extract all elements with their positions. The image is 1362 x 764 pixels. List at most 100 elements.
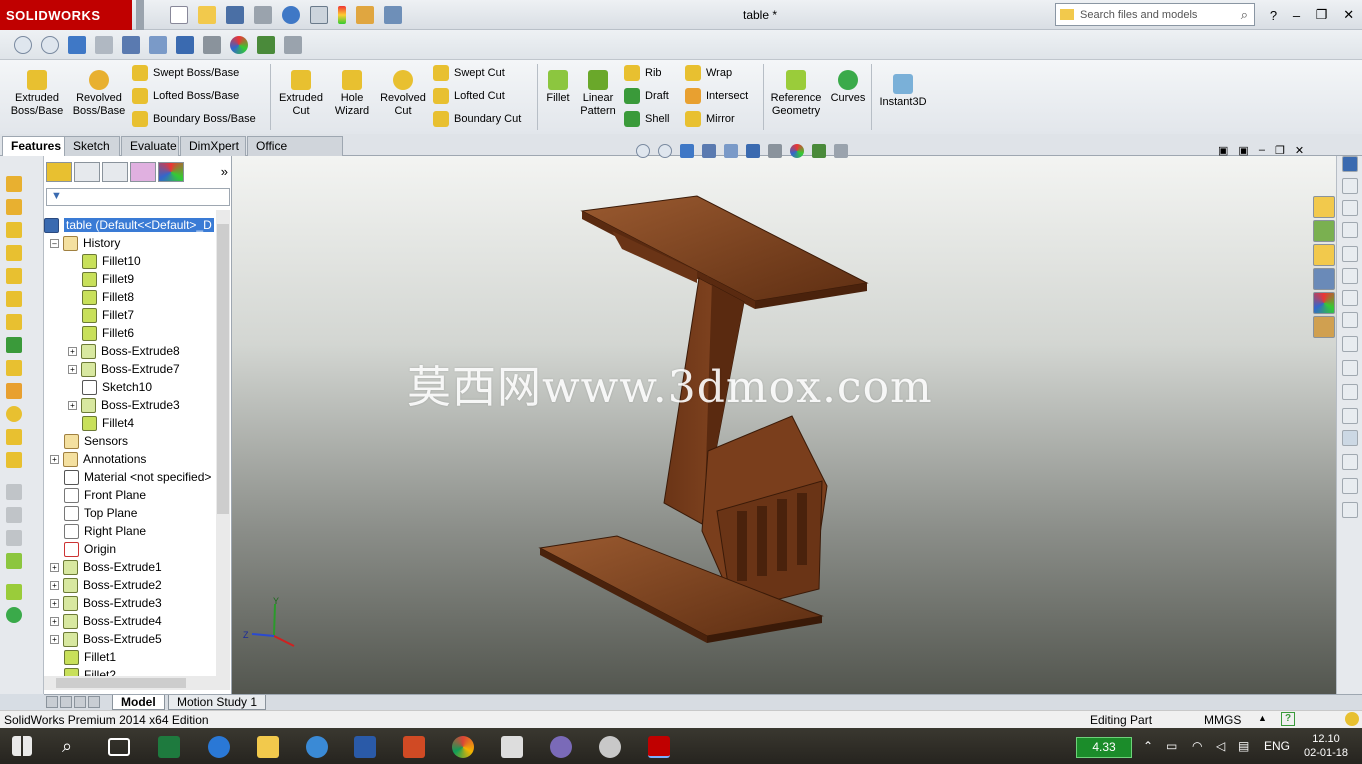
hole-icon[interactable]: [6, 314, 22, 330]
prev-tab-icon[interactable]: [60, 696, 72, 708]
tab-office-products[interactable]: Office Products: [247, 136, 343, 171]
hide-show-hud-icon[interactable]: [768, 144, 782, 158]
battery-icon[interactable]: ▭: [1166, 739, 1177, 753]
draft-button[interactable]: Draft: [624, 87, 669, 105]
hole-wizard-button[interactable]: Hole Wizard: [328, 70, 376, 118]
relations-icon[interactable]: [1342, 384, 1358, 400]
baseline-dimension-icon[interactable]: [1342, 222, 1358, 238]
dome-icon[interactable]: [6, 429, 22, 445]
file-explorer-icon[interactable]: [1313, 244, 1335, 266]
split-view-icon[interactable]: ▣: [1218, 144, 1228, 157]
smart-dimension-icon[interactable]: [1342, 156, 1358, 172]
rotate-icon[interactable]: [95, 36, 113, 54]
tree-root[interactable]: table (Default<<Default>_D: [44, 216, 214, 234]
hide-show-icon[interactable]: [203, 36, 221, 54]
volume-icon[interactable]: ◁: [1216, 739, 1225, 753]
draft-side-icon[interactable]: [6, 337, 22, 353]
tree-item-top-plane[interactable]: Top Plane: [64, 504, 137, 522]
linear-pattern-button[interactable]: Linear Pattern: [577, 70, 619, 118]
flex-icon[interactable]: [6, 452, 22, 468]
rib-button[interactable]: Rib: [624, 64, 662, 82]
appearance-icon[interactable]: [230, 36, 248, 54]
instant3d-button[interactable]: Instant3D: [874, 74, 932, 109]
tree-item-right-plane[interactable]: Right Plane: [64, 522, 146, 540]
chamfer-dimension-icon[interactable]: [1342, 268, 1358, 284]
view-orientation-icon[interactable]: [149, 36, 167, 54]
tree-item[interactable]: Fillet10: [82, 252, 141, 270]
home-icon[interactable]: [1313, 196, 1335, 218]
undo-icon[interactable]: [282, 6, 300, 24]
scene-icon[interactable]: [257, 36, 275, 54]
reference-side-icon[interactable]: [6, 584, 22, 600]
last-tab-icon[interactable]: [88, 696, 100, 708]
boundary-boss-button[interactable]: Boundary Boss/Base: [132, 110, 256, 128]
powerpoint-icon[interactable]: [403, 736, 425, 758]
revolved-cut-button[interactable]: Revolved Cut: [378, 70, 428, 118]
coincident-icon[interactable]: [1342, 502, 1358, 518]
section-view-icon[interactable]: [122, 36, 140, 54]
tree-horizontal-scrollbar[interactable]: [44, 676, 230, 690]
tree-item[interactable]: + Boss-Extrude7: [68, 360, 180, 378]
extruded-cut-button[interactable]: Extruded Cut: [274, 70, 328, 118]
fix-icon[interactable]: [1342, 408, 1358, 424]
rebuild-traffic-light-icon[interactable]: [338, 6, 346, 24]
revolved-boss-button[interactable]: Revolved Boss/Base: [70, 70, 128, 118]
curves-side-icon[interactable]: [6, 607, 22, 623]
tray-expand-icon[interactable]: ⌃: [1143, 739, 1153, 753]
previous-view-icon[interactable]: [68, 36, 86, 54]
tree-vertical-scrollbar[interactable]: [216, 210, 230, 680]
print-icon[interactable]: [254, 6, 272, 24]
sweep-icon[interactable]: [6, 222, 22, 238]
tree-item[interactable]: Fillet8: [82, 288, 134, 306]
repair-icon[interactable]: [1342, 454, 1358, 470]
tree-item[interactable]: + Boss-Extrude3: [50, 594, 162, 612]
lasso-icon[interactable]: [1342, 336, 1358, 352]
mirror-button[interactable]: Mirror: [685, 110, 735, 128]
notification-icon[interactable]: [1345, 712, 1359, 726]
tree-item-sensors[interactable]: Sensors: [64, 432, 128, 450]
expand-panel-icon[interactable]: »: [221, 162, 228, 184]
language-indicator[interactable]: ENG: [1264, 739, 1290, 753]
zoom-to-fit-icon[interactable]: [14, 36, 32, 54]
file-explorer-taskbar-icon[interactable]: [257, 736, 279, 758]
search-input[interactable]: Search files and models ⌕: [1055, 3, 1255, 26]
tree-item[interactable]: Fillet4: [82, 414, 134, 432]
appearance-hud-icon[interactable]: [790, 144, 804, 158]
help-icon[interactable]: ?: [1270, 8, 1277, 23]
viewport-close-icon[interactable]: ✕: [1295, 144, 1304, 157]
view-settings-icon[interactable]: [284, 36, 302, 54]
view-palette-icon[interactable]: [1313, 268, 1335, 290]
design-library-icon[interactable]: [1313, 220, 1335, 242]
configuration-manager-tab-icon[interactable]: [102, 162, 128, 182]
swept-boss-button[interactable]: Swept Boss/Base: [132, 64, 239, 82]
tree-item[interactable]: Fillet7: [82, 306, 134, 324]
word-icon[interactable]: [354, 736, 376, 758]
extruded-boss-button[interactable]: Extruded Boss/Base: [8, 70, 66, 118]
help-status-icon[interactable]: ?: [1281, 712, 1295, 726]
intersect-button[interactable]: Intersect: [685, 87, 748, 105]
windows-start-icon[interactable]: [12, 736, 32, 756]
solidworks-logo[interactable]: SOLIDWORKS: [0, 0, 132, 30]
previous-view-hud-icon[interactable]: [680, 144, 694, 158]
table-model[interactable]: [522, 191, 872, 646]
viewport-minimize-icon[interactable]: –: [1259, 144, 1265, 157]
viewport-restore-icon[interactable]: ❐: [1275, 144, 1285, 157]
wifi-icon[interactable]: ◠: [1192, 739, 1202, 753]
open-folder-icon[interactable]: [198, 6, 216, 24]
tree-item-history[interactable]: – History: [50, 234, 120, 252]
first-tab-icon[interactable]: [46, 696, 58, 708]
feature-manager-tab-icon[interactable]: [46, 162, 72, 182]
clock[interactable]: 12.10 02-01-18: [1296, 732, 1356, 760]
property-manager-tab-icon[interactable]: [74, 162, 100, 182]
reference-geometry-button[interactable]: Reference Geometry: [767, 70, 825, 118]
appearances-icon[interactable]: [1313, 292, 1335, 314]
curves-button[interactable]: Curves: [828, 70, 868, 105]
tree-item[interactable]: + Boss-Extrude4: [50, 612, 162, 630]
delete-face-icon[interactable]: [6, 406, 22, 422]
tree-item[interactable]: Fillet1: [64, 648, 116, 666]
logo-flyout-arrow[interactable]: [136, 0, 144, 30]
swept-cut-button[interactable]: Swept Cut: [433, 64, 505, 82]
display-style-hud-icon[interactable]: [746, 144, 760, 158]
boundary-cut-button[interactable]: Boundary Cut: [433, 110, 521, 128]
tree-item[interactable]: + Boss-Extrude1: [50, 558, 162, 576]
